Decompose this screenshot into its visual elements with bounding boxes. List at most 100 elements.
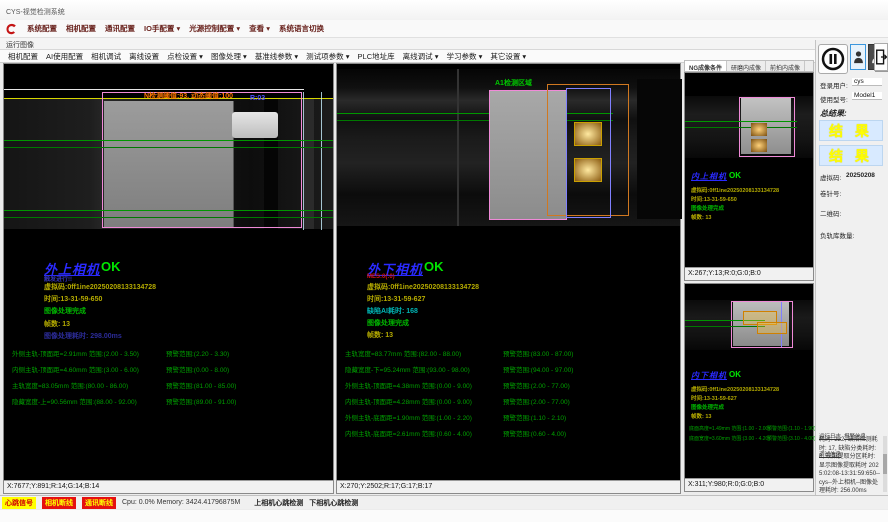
measurement-row: 隐藏宽度-上=90.56mm 范围:(88.00 - 92.00) (12, 396, 137, 406)
tool-plc-library[interactable]: PLC地址库 (358, 51, 395, 62)
measure-line-green-4 (4, 217, 333, 218)
tab-inner-upper[interactable]: 研磨内成像 (727, 61, 766, 71)
measurement-row: 外侧主轨-顶面距=2.91mm 范围:(2.00 - 3.50) (12, 348, 139, 358)
rail-count-label: 负轨库数量: (820, 230, 854, 240)
scan-line (4, 89, 304, 90)
frame-marker-label: R:03 (250, 95, 265, 102)
camera-title: 内上相机 (691, 171, 727, 182)
frame-count-label: 帧数: 13 (367, 330, 393, 340)
tab-ng-imaging[interactable]: NG成像条件 (685, 61, 727, 71)
result-box-1: 结 果 (819, 120, 883, 141)
exit-door-icon (875, 49, 887, 65)
ai-elapsed-label: 缺陷AI耗时: 168 (367, 306, 418, 316)
tool-offline-settings[interactable]: 离线设置 (129, 51, 159, 62)
tool-ai-config[interactable]: AI使用配置 (46, 51, 83, 62)
measurement-row: 主轨宽度=83.77mm 范围:(82.00 - 88.00) (345, 348, 461, 358)
pixel-status-bar: X:267;Y:13;R:0;G:0;B:0 (685, 267, 813, 280)
threshold-overlay-label: N检测阈值:93, 动态阈值:100 (144, 91, 233, 101)
app-logo-icon (4, 22, 18, 36)
tool-camera-config[interactable]: 相机配置 (8, 51, 38, 62)
tab-inner-lower[interactable]: 前拍内成像 (766, 61, 805, 71)
camera-view-inner-lower[interactable]: 内下相机 OK 虚拟码:0ff1ine20250208133134728 时间:… (684, 283, 814, 492)
elapsed-label: 图像处理耗时: 298.00ms (44, 331, 122, 341)
menu-item-io-config[interactable]: IO手配置 ▾ (144, 23, 180, 34)
tool-image-processing[interactable]: 图像处理 ▾ (211, 51, 247, 62)
tool-spotcheck-settings[interactable]: 点检设置 ▾ (167, 51, 203, 62)
warn-range: 预警范围:(0.60 - 4.00) (503, 428, 566, 438)
qr-code-label: 二维码: (820, 208, 841, 218)
detect-area-label: A1检测区域 (495, 78, 532, 88)
menu-item-view[interactable]: 查看 ▾ (249, 23, 270, 34)
tool-camera-debug[interactable]: 相机调试 (91, 51, 121, 62)
measurement-row: 外侧主轨-底面距=1.90mm 范围:(1.00 - 2.20) (345, 412, 472, 422)
menu-item-system-config[interactable]: 系统配置 (27, 23, 57, 34)
camera-offline-badge: 相机断线 (42, 497, 76, 509)
login-user-button[interactable] (850, 44, 866, 70)
frame-count-label: 帧数: 13 (691, 213, 711, 221)
time-label: 时间:13-31-59-650 (44, 294, 102, 304)
warn-range: 预警范围:(2.00 - 77.00) (503, 396, 570, 406)
titlebar: CYS-视觉检测系统 (0, 0, 888, 20)
defect-patch-1 (751, 123, 767, 136)
barcode-label: 虚拟码: (820, 172, 841, 182)
measure-line-green-1 (4, 140, 333, 141)
process-done-label: 图像处理完成 (367, 318, 409, 328)
camera-view-inner-upper[interactable]: 内上相机 OK 虚拟码:0ff1ine20250208133134728 时间:… (684, 72, 814, 281)
measure-line-green-3 (4, 210, 333, 211)
camera-view-outer-upper[interactable]: N检测阈值:93, 动态阈值:100 R:03 外上相机 OK 触发进行!! 虚… (3, 63, 334, 494)
warn-range: 预警范围:(2.00 - 77.00) (503, 380, 570, 390)
defect-patch-1 (574, 122, 602, 146)
menu-item-light-config[interactable]: 光源控制配置 ▾ (189, 23, 240, 34)
barcode-value: 20250208 (846, 172, 875, 179)
defect-box-2 (757, 322, 787, 334)
pause-icon (821, 47, 845, 71)
log-scrollbar[interactable] (883, 436, 887, 492)
result-ok-label: OK (424, 259, 444, 274)
tool-offline-debug[interactable]: 离线调试 ▾ (403, 51, 439, 62)
warn-range: 预警范围:(1.10 - 1.90) (767, 425, 816, 432)
warn-range: 预警范围:(1.10 - 2.10) (503, 412, 566, 422)
window-title: CYS-视觉检测系统 (6, 9, 65, 16)
model-label: 使用型号: (820, 94, 848, 104)
user-icon (853, 50, 864, 64)
result-ok-label: OK (729, 370, 741, 379)
frame-count-label: 帧数: 13 (44, 319, 70, 329)
measurement-row: 内侧主轨-顶面距=4.28mm 范围:(0.00 - 9.00) (345, 396, 472, 406)
warn-range: 预警范围:(83.00 - 87.00) (503, 348, 573, 358)
small-view-tabs: NG成像条件 研磨内成像 前拍内成像 (684, 60, 814, 72)
roi-rect-violet (566, 88, 611, 218)
pixel-status-bar: X:7677;Y:891;R:14;G:14;B:14 (4, 480, 333, 493)
measure-line-green-2 (685, 326, 765, 327)
measure-line-green-2 (685, 127, 797, 128)
tool-learning-params[interactable]: 学习参数 ▾ (446, 51, 482, 62)
measurement-row: 隐藏宽度-下=95.24mm 范围:(93.00 - 98.00) (345, 364, 470, 374)
barcode-label: 虚拟码:0ff1ine20250208133134728 (691, 186, 779, 194)
heartbeat-badge: 心跳信号 (2, 497, 36, 509)
menu-item-language[interactable]: 系统语言切换 (279, 23, 324, 34)
tool-test-params[interactable]: 测试项参数 ▾ (306, 51, 349, 62)
frame-count-label: 帧数: 13 (691, 412, 711, 420)
image-seam (457, 69, 459, 226)
time-label: 时间:13-31-59-627 (367, 294, 425, 304)
login-user-value[interactable]: cys (852, 78, 882, 86)
total-result-label: 总结果: (820, 108, 847, 119)
process-done-label: 图像处理完成 (691, 403, 724, 411)
cpu-memory-label: Cpu: 0.0% Memory: 3424.41796875M (122, 499, 240, 506)
tool-other-settings[interactable]: 其它设置 ▾ (490, 51, 526, 62)
measurement-row: 底面高度=1.49mm 范围:(1.00 - 2.00) (689, 425, 770, 432)
tab-bar (0, 38, 888, 49)
measurement-row: 主轨宽度=83.05mm 范围:(80.00 - 86.00) (12, 380, 128, 390)
pixel-status-bar: X:311;Y:980;R:0;G:0;B:0 (685, 478, 813, 491)
result-ok-label: OK (729, 171, 741, 180)
defect-patch-2 (574, 158, 602, 182)
model-value[interactable]: Model1 (852, 92, 882, 100)
barcode-label: 虚拟码:0ff1ine20250208133134728 (691, 385, 779, 393)
exit-door-button[interactable] (874, 43, 888, 71)
log-scrollbar-thumb[interactable] (883, 454, 887, 474)
lower-camera-heartbeat-label: 下相机心跳检测 (309, 498, 358, 508)
menu-item-comm-config[interactable]: 通讯配置 (105, 23, 135, 34)
camera-view-outer-lower[interactable]: A1检测区域 外下相机 OK MES:0(:0) 虚拟码:0ff1ine2025… (336, 63, 681, 494)
pause-button[interactable] (818, 44, 848, 74)
menu-item-camera-config[interactable]: 相机配置 (66, 23, 96, 34)
tool-baseline-params[interactable]: 基准线参数 ▾ (255, 51, 298, 62)
